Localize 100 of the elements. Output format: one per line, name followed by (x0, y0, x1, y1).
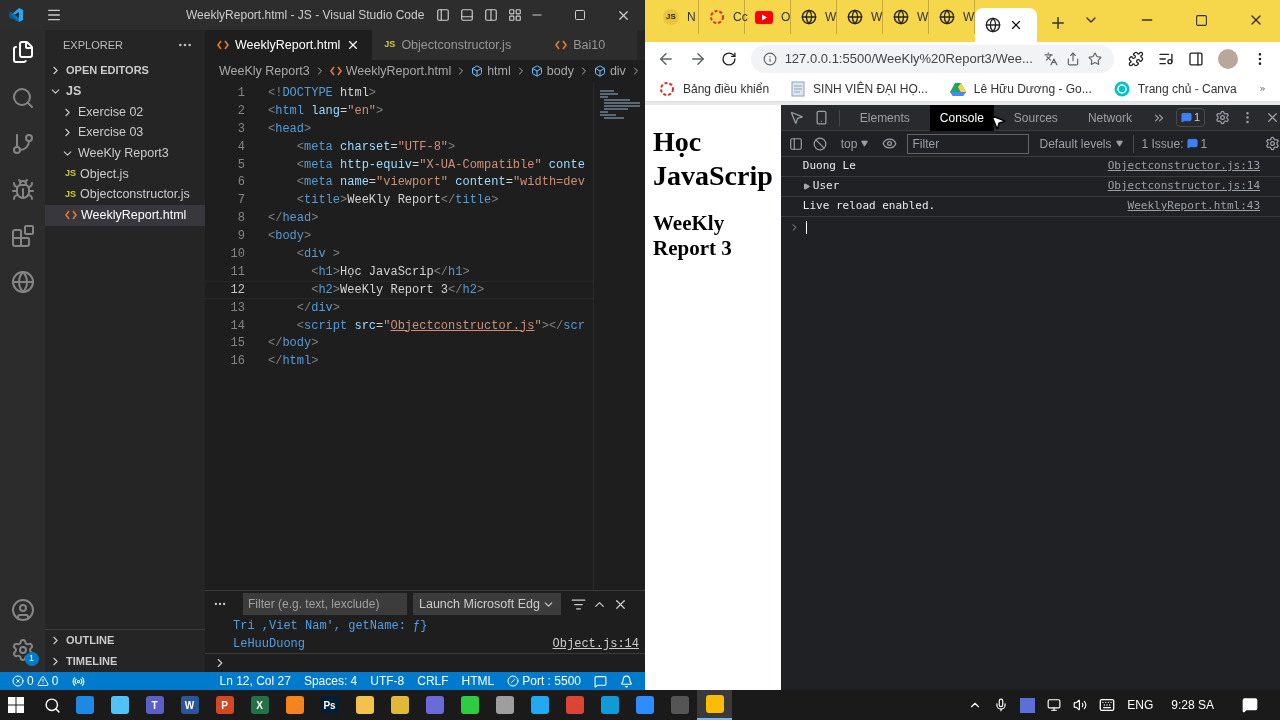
layout-icon[interactable] (484, 8, 499, 22)
message-badge[interactable]: 1 (1175, 108, 1205, 127)
folder-item[interactable]: Exercise 03 (45, 122, 205, 144)
status-item[interactable]: CRLF (417, 672, 449, 690)
taskbar-app[interactable]: W (172, 690, 207, 720)
address-bar[interactable]: 127.0.0.1:5500/WeeKly%20Report3/Wee... (750, 45, 1115, 73)
file-item[interactable]: JS Objectconstructor.js (45, 184, 205, 206)
settings-icon[interactable] (10, 638, 35, 662)
port-status[interactable]: Port : 5500 (507, 672, 581, 690)
section-header[interactable]: TIMELINE (45, 651, 205, 672)
source-link[interactable]: Object.js:14 (552, 635, 639, 653)
breadcrumb-item[interactable]: WeeKly Report3 (219, 61, 310, 81)
status-item[interactable]: Ln 12, Col 27 (219, 672, 291, 690)
menu-icon[interactable] (46, 7, 62, 23)
bookmark[interactable]: Lê Hữu Dương - Go... (949, 79, 1092, 98)
device-icon[interactable] (813, 110, 829, 125)
section-header[interactable]: OUTLINE (45, 630, 205, 651)
star-icon[interactable] (1088, 52, 1103, 66)
taskbar-app[interactable] (697, 690, 732, 720)
editor-tab[interactable]: Bai10 (543, 30, 638, 60)
devtools-tab[interactable]: Console (929, 104, 994, 131)
source-link[interactable]: Objectconstructor.js:14 (1107, 178, 1260, 195)
search-icon[interactable] (44, 696, 61, 714)
clock[interactable]: 9:28 SA (1171, 696, 1214, 714)
source-link[interactable]: Objectconstructor.js:13 (1107, 158, 1260, 175)
devtools-tab[interactable]: Network (1077, 104, 1142, 131)
translate-icon[interactable] (1044, 52, 1059, 66)
taskbar-app[interactable]: P (207, 690, 242, 720)
browser-tab[interactable]: W (837, 0, 883, 34)
share-icon[interactable] (1066, 52, 1081, 66)
bug-icon[interactable] (10, 178, 35, 202)
devtools-tab[interactable]: Elements (849, 104, 920, 131)
network-icon[interactable] (1047, 698, 1062, 712)
console-message[interactable]: User (802, 178, 840, 195)
back-icon[interactable] (657, 50, 675, 68)
breadcrumb-item[interactable]: html (471, 61, 511, 81)
microphone-icon[interactable] (994, 698, 1009, 712)
section-header[interactable]: OPEN EDITORS (45, 60, 205, 81)
editor-tab[interactable]: JS Objectconstructor.js (372, 30, 544, 60)
layout-icon[interactable] (508, 8, 523, 22)
feedback-icon[interactable] (594, 674, 607, 688)
speaker-icon[interactable] (1073, 698, 1088, 712)
layout-icon[interactable] (436, 8, 451, 22)
browser-tab[interactable] (975, 8, 1037, 42)
launch-config-dropdown[interactable]: Launch Microsoft Edg (413, 593, 561, 615)
files-icon[interactable] (10, 40, 35, 64)
devtools-tab[interactable]: Sources (1003, 104, 1068, 131)
new-tab-icon[interactable] (1049, 14, 1067, 32)
breadcrumb-item[interactable]: body (530, 61, 574, 81)
source-link[interactable]: WeeklyReport.html:43 (1127, 198, 1260, 215)
filter-field[interactable]: Filter (e.g. text, lexclude) (243, 593, 407, 615)
file-item[interactable]: WeeklyReport.html (45, 205, 205, 226)
inspect-icon[interactable] (788, 110, 804, 125)
globe-icon[interactable] (10, 270, 35, 294)
editor-tab[interactable]: WeeklyReport.html (205, 30, 373, 60)
breadcrumb-item[interactable]: div (593, 61, 626, 81)
side-panel-icon[interactable] (1188, 51, 1205, 67)
media-icon[interactable] (1158, 51, 1175, 67)
notifications-icon[interactable] (1242, 697, 1258, 713)
folder-item[interactable]: JS (45, 81, 205, 102)
account-icon[interactable] (10, 598, 35, 622)
branch-icon[interactable] (10, 132, 35, 156)
bookmark[interactable]: Bảng điều khiển (659, 79, 770, 98)
file-item[interactable]: JS Object.js (45, 163, 205, 185)
taskbar-app[interactable]: T (137, 690, 172, 720)
settings-icon[interactable] (1265, 136, 1280, 151)
keyboard-icon[interactable] (1099, 697, 1116, 713)
status-item[interactable]: UTF-8 (370, 672, 405, 690)
settings-icon[interactable] (1215, 110, 1230, 125)
browser-tab[interactable]: W (883, 0, 929, 34)
issues-button[interactable]: 1 Issue: 1 (1132, 134, 1208, 153)
maximize-icon[interactable] (1195, 13, 1208, 27)
breadcrumb-item[interactable]: WeeklyReport.html (329, 61, 452, 81)
extensions-icon[interactable] (1128, 51, 1145, 67)
taskbar-app[interactable]: X (242, 690, 277, 720)
windows-icon[interactable] (8, 697, 24, 713)
reload-icon[interactable] (720, 51, 737, 67)
browser-tab[interactable]: W (791, 0, 837, 34)
problems-status[interactable]: 0 0 (12, 672, 59, 690)
clear-icon[interactable] (570, 596, 586, 612)
layout-icon[interactable] (460, 8, 475, 22)
folder-item[interactable]: WeeKly Report3 (45, 143, 205, 164)
input-method-icon[interactable] (1020, 697, 1036, 713)
levels-dropdown[interactable]: Default levels (1039, 134, 1123, 153)
context-dropdown[interactable]: top (836, 134, 873, 153)
live-share-icon[interactable] (72, 674, 86, 688)
close-icon[interactable] (1009, 18, 1023, 32)
bookmark[interactable]: SINH VIÊN ĐẠI HỌ... (791, 79, 928, 98)
taskbar-app[interactable]: Ps (312, 690, 347, 720)
sidebar-icon[interactable] (788, 136, 803, 151)
folder-item[interactable]: Exercise 02 (45, 101, 205, 123)
text-cursor[interactable] (805, 220, 807, 234)
bookmark[interactable]: Trang chủ - Canva (1113, 79, 1237, 98)
filter-field[interactable]: Filter (907, 133, 1030, 154)
language-indicator[interactable]: ENG (1127, 696, 1154, 714)
eye-icon[interactable] (882, 136, 898, 151)
status-item[interactable]: HTML (461, 672, 495, 690)
browser-tab[interactable]: JS N (653, 0, 699, 34)
clear-console-icon[interactable] (812, 136, 827, 151)
bell-icon[interactable] (620, 674, 633, 688)
